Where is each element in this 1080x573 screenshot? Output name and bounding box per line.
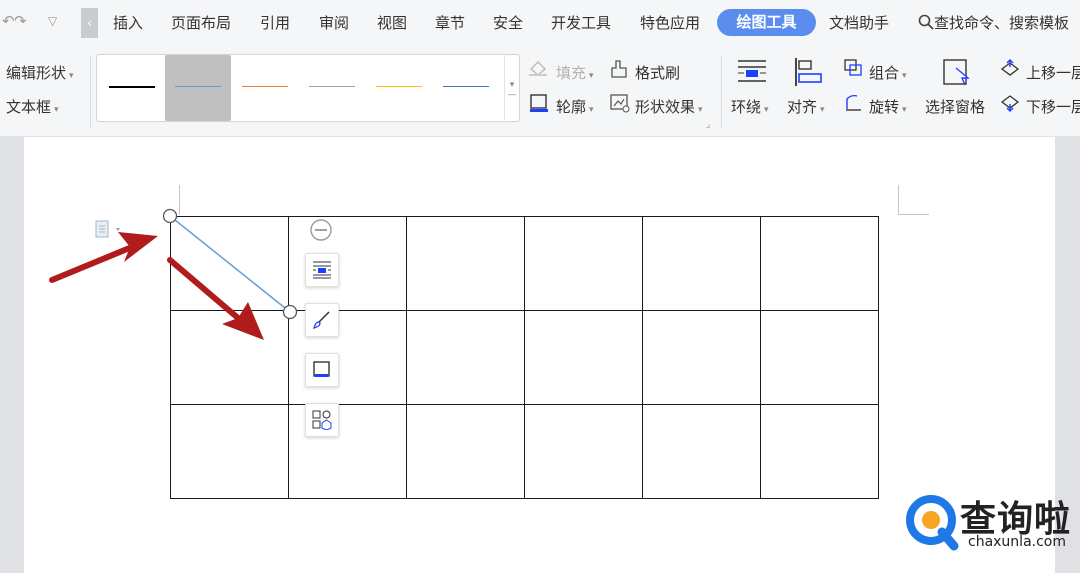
brush-icon — [312, 311, 330, 330]
drawn-diagonal-line[interactable] — [169, 215, 291, 313]
line-start-handle[interactable] — [162, 208, 178, 224]
float-more-button[interactable] — [305, 403, 339, 437]
collapse-minus-icon[interactable] — [310, 219, 332, 241]
red-arrow-icon — [167, 257, 264, 340]
red-arrow-icon — [49, 232, 158, 283]
wrap-text-icon — [313, 261, 331, 279]
float-line-style-button[interactable] — [305, 303, 339, 337]
line-end-handle[interactable] — [282, 304, 298, 320]
float-outline-button[interactable] — [305, 353, 339, 387]
brand-watermark: 查询啦 chaxunla.com — [904, 488, 1074, 558]
brand-url: chaxunla.com — [968, 534, 1066, 550]
apps-icon — [312, 410, 332, 430]
outline-icon — [313, 361, 330, 377]
float-wrap-text-button[interactable] — [305, 253, 339, 287]
brand-logo-icon — [906, 495, 959, 551]
